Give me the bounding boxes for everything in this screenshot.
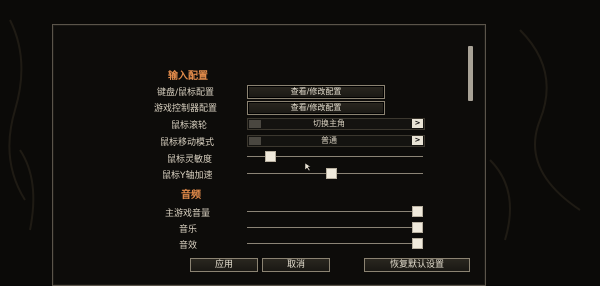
section-title-audio: 音频: [181, 190, 201, 201]
label-sfx: 音效: [179, 241, 198, 251]
mouse-wheel-value: 切换主角: [313, 119, 345, 128]
label-mouse-wheel: 鼠标滚轮: [171, 121, 208, 131]
sfx-slider-track[interactable]: [247, 243, 423, 244]
chevron-right-icon[interactable]: >: [412, 119, 423, 128]
master-volume-slider-knob[interactable]: [412, 206, 423, 217]
music-slider-knob[interactable]: [412, 222, 423, 233]
mouse-cursor-icon: [305, 163, 312, 171]
label-master-volume: 主游戏音量: [165, 209, 211, 219]
mouse-move-mode-value: 普通: [321, 136, 337, 145]
mouse-move-mode-select[interactable]: 普通 >: [247, 135, 425, 147]
master-volume-slider-track[interactable]: [247, 211, 423, 212]
keyboard-mouse-config-button[interactable]: 查看/修改配置: [247, 85, 385, 99]
chevron-right-icon[interactable]: >: [412, 136, 423, 145]
mouse-wheel-select[interactable]: 切换主角 >: [247, 118, 425, 130]
section-title-input: 输入配置: [168, 71, 208, 82]
sfx-slider-knob[interactable]: [412, 238, 423, 249]
label-mouse-y-accel: 鼠标Y轴加速: [162, 171, 213, 181]
label-controller-config: 游戏控制器配置: [154, 104, 218, 114]
label-keyboard-mouse-config: 键盘/鼠标配置: [157, 88, 215, 98]
music-slider-track[interactable]: [247, 227, 423, 228]
scrollbar-thumb[interactable]: [468, 46, 473, 101]
label-music: 音乐: [179, 225, 198, 235]
label-mouse-sensitivity: 鼠标灵敏度: [167, 155, 213, 165]
sensitivity-slider-knob[interactable]: [265, 151, 277, 162]
controller-config-button[interactable]: 查看/修改配置: [247, 101, 385, 115]
y-accel-slider-knob[interactable]: [326, 168, 338, 179]
label-mouse-move-mode: 鼠标移动模式: [160, 138, 215, 148]
